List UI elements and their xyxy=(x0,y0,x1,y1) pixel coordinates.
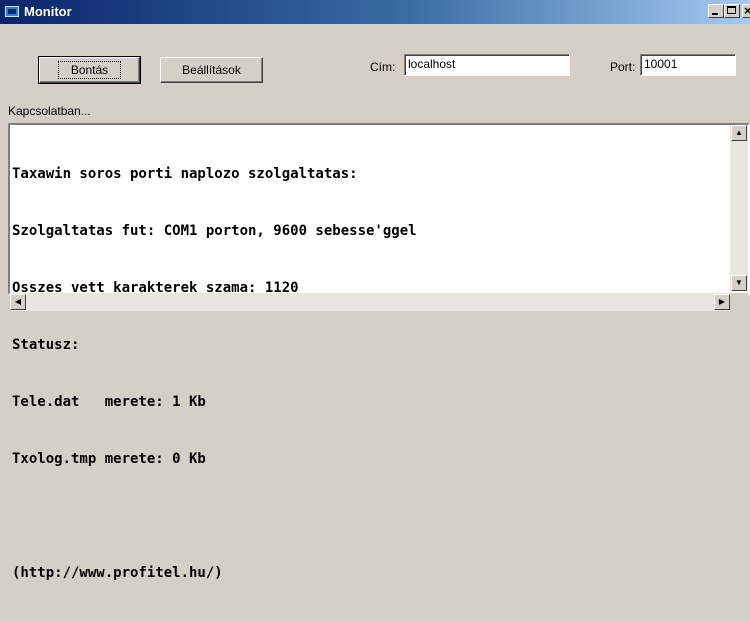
vertical-scrollbar[interactable]: ▲ ▼ xyxy=(730,125,748,291)
maximize-icon[interactable] xyxy=(724,4,740,18)
log-line: Statusz: xyxy=(12,337,80,353)
log-line: Szolgaltatas fut: COM1 porton, 9600 sebe… xyxy=(12,223,417,239)
arrow-left-icon[interactable]: ◀ xyxy=(10,294,26,310)
monitor-icon xyxy=(5,6,19,17)
log-lines: Taxawin soros porti naplozo szolgaltatas… xyxy=(12,127,417,621)
settings-button-label: Beállítások xyxy=(182,63,241,77)
connection-status: Kapcsolatban... xyxy=(8,104,91,118)
monitor-window: Monitor × Bontás Beállítások Cím: localh… xyxy=(0,0,750,581)
arrow-up-icon[interactable]: ▲ xyxy=(731,125,747,141)
arrow-right-icon[interactable]: ▶ xyxy=(714,294,730,310)
log-line: Txolog.tmp merete: 0 Kb xyxy=(12,451,206,467)
resize-grip-icon[interactable] xyxy=(730,293,748,311)
log-line: ​ xyxy=(12,507,417,526)
log-line: Taxawin soros porti naplozo szolgaltatas… xyxy=(12,166,358,182)
log-textarea[interactable]: Taxawin soros porti naplozo szolgaltatas… xyxy=(8,123,750,581)
disconnect-button[interactable]: Bontás xyxy=(38,56,141,84)
disconnect-button-label: Bontás xyxy=(57,61,122,79)
horizontal-scrollbar[interactable]: ◀ ▶ xyxy=(10,293,730,311)
port-input[interactable]: 10001 xyxy=(640,54,736,76)
minimize-icon[interactable] xyxy=(708,4,724,18)
window-title: Monitor xyxy=(24,4,72,19)
log-line: (http://www.profitel.hu/) xyxy=(12,565,223,581)
address-input[interactable]: localhost xyxy=(404,54,570,76)
title-bar[interactable]: Monitor × xyxy=(0,0,750,24)
settings-button[interactable]: Beállítások xyxy=(160,57,263,83)
port-label: Port: xyxy=(610,60,636,74)
close-icon[interactable]: × xyxy=(742,3,750,18)
arrow-down-icon[interactable]: ▼ xyxy=(731,275,747,291)
address-label: Cím: xyxy=(370,60,396,74)
log-line: Tele.dat merete: 1 Kb xyxy=(12,394,206,410)
